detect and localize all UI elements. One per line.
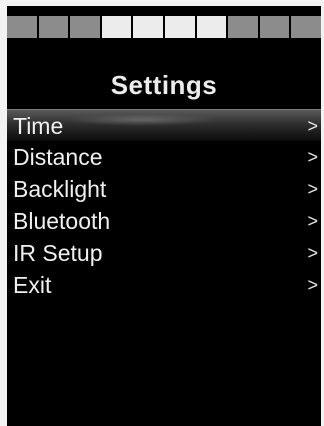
status-segment bbox=[291, 16, 321, 38]
menu-item-label: Backlight bbox=[13, 176, 107, 202]
chevron-right-icon: > bbox=[307, 211, 318, 231]
menu-item-ir-setup[interactable]: IR Setup > bbox=[7, 237, 321, 269]
page-title: Settings bbox=[110, 70, 218, 100]
menu-item-exit[interactable]: Exit > bbox=[7, 269, 321, 301]
menu-item-distance[interactable]: Distance > bbox=[7, 141, 321, 173]
status-segment bbox=[228, 16, 258, 38]
chevron-right-icon: > bbox=[307, 275, 318, 295]
menu-item-label: Exit bbox=[13, 272, 52, 298]
menu-item-label: Distance bbox=[13, 144, 103, 170]
chevron-right-icon: > bbox=[307, 116, 318, 136]
status-segment bbox=[101, 16, 132, 38]
menu-item-label: Time bbox=[13, 113, 64, 139]
status-segment bbox=[259, 16, 290, 38]
menu-item-backlight[interactable]: Backlight > bbox=[7, 173, 321, 205]
status-segment bbox=[164, 16, 195, 38]
menu-item-time[interactable]: Time > bbox=[7, 109, 321, 141]
status-segment bbox=[7, 16, 37, 38]
status-indicator-bar bbox=[7, 16, 321, 38]
settings-menu: Time > Distance > Backlight > Bluetooth … bbox=[7, 109, 321, 301]
status-segment bbox=[196, 16, 227, 38]
chevron-right-icon: > bbox=[307, 147, 318, 167]
chevron-right-icon: > bbox=[307, 243, 318, 263]
status-segment bbox=[133, 16, 163, 38]
chevron-right-icon: > bbox=[307, 179, 318, 199]
menu-item-bluetooth[interactable]: Bluetooth > bbox=[7, 205, 321, 237]
status-segment bbox=[38, 16, 69, 38]
device-screen: Settings Time > Distance > Backlight > B… bbox=[7, 6, 321, 426]
menu-item-label: Bluetooth bbox=[13, 208, 111, 234]
menu-item-label: IR Setup bbox=[13, 240, 103, 266]
status-segment bbox=[70, 16, 100, 38]
